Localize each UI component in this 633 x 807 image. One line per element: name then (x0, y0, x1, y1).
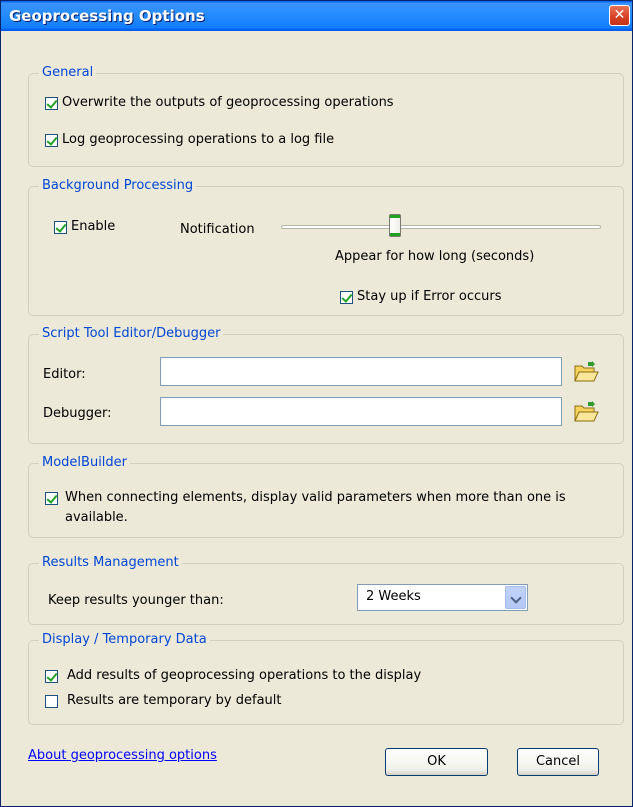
title-bar[interactable]: Geoprocessing Options ✕ (1, 1, 632, 31)
background-processing-legend: Background Processing (39, 178, 197, 193)
valid-parameters-label-line2[interactable]: available. (65, 510, 128, 525)
debugger-browse-button[interactable] (572, 398, 600, 426)
stay-up-checkbox[interactable] (340, 291, 353, 304)
geoprocessing-options-dialog: Geoprocessing Options ✕ General Overwrit… (0, 0, 633, 807)
enable-checkbox[interactable] (54, 221, 67, 234)
debugger-input[interactable] (160, 397, 562, 426)
keep-results-dropdown[interactable]: 2 Weeks (357, 584, 528, 611)
keep-results-label: Keep results younger than: (48, 593, 224, 608)
temporary-results-checkbox[interactable] (45, 695, 58, 708)
background-processing-group: Background Processing Enable Notificatio… (28, 178, 624, 316)
stay-up-label[interactable]: Stay up if Error occurs (357, 289, 502, 304)
debugger-label: Debugger: (43, 406, 112, 421)
keep-results-value: 2 Weeks (366, 589, 421, 604)
overwrite-outputs-checkbox[interactable] (45, 97, 58, 110)
notification-slider-thumb[interactable] (389, 214, 401, 237)
close-icon: ✕ (613, 7, 626, 23)
script-tool-legend: Script Tool Editor/Debugger (39, 326, 224, 341)
window-title: Geoprocessing Options (9, 7, 205, 25)
results-management-group: Results Management Keep results younger … (28, 555, 624, 625)
editor-browse-button[interactable] (572, 358, 600, 386)
valid-parameters-label-line1[interactable]: When connecting elements, display valid … (65, 490, 566, 505)
folder-open-icon (574, 361, 599, 382)
log-to-file-label[interactable]: Log geoprocessing operations to a log fi… (62, 132, 334, 147)
modelbuilder-group: ModelBuilder When connecting elements, d… (28, 455, 624, 538)
overwrite-outputs-label[interactable]: Overwrite the outputs of geoprocessing o… (62, 95, 394, 110)
enable-label[interactable]: Enable (71, 219, 115, 234)
modelbuilder-legend: ModelBuilder (39, 455, 131, 470)
editor-input[interactable] (160, 357, 562, 386)
log-to-file-checkbox[interactable] (45, 134, 58, 147)
general-legend: General (39, 65, 97, 80)
results-management-legend: Results Management (39, 555, 182, 570)
notification-label: Notification (180, 222, 255, 237)
folder-open-icon (574, 401, 599, 422)
cancel-button[interactable]: Cancel (517, 748, 599, 776)
temporary-results-label[interactable]: Results are temporary by default (67, 693, 282, 708)
display-temporary-legend: Display / Temporary Data (39, 632, 210, 647)
chevron-down-icon[interactable] (505, 586, 526, 609)
notification-slider-track[interactable] (281, 225, 601, 229)
add-results-checkbox[interactable] (45, 670, 58, 683)
add-results-label[interactable]: Add results of geoprocessing operations … (67, 668, 421, 683)
ok-button[interactable]: OK (385, 748, 488, 776)
editor-label: Editor: (43, 367, 86, 382)
close-button[interactable]: ✕ (609, 5, 630, 26)
slider-caption: Appear for how long (seconds) (335, 249, 535, 264)
valid-parameters-checkbox[interactable] (45, 492, 58, 505)
display-temporary-group: Display / Temporary Data Add results of … (28, 632, 624, 725)
general-group: General Overwrite the outputs of geoproc… (28, 65, 624, 167)
about-link[interactable]: About geoprocessing options (28, 748, 217, 763)
script-tool-group: Script Tool Editor/Debugger Editor: Debu… (28, 326, 624, 444)
